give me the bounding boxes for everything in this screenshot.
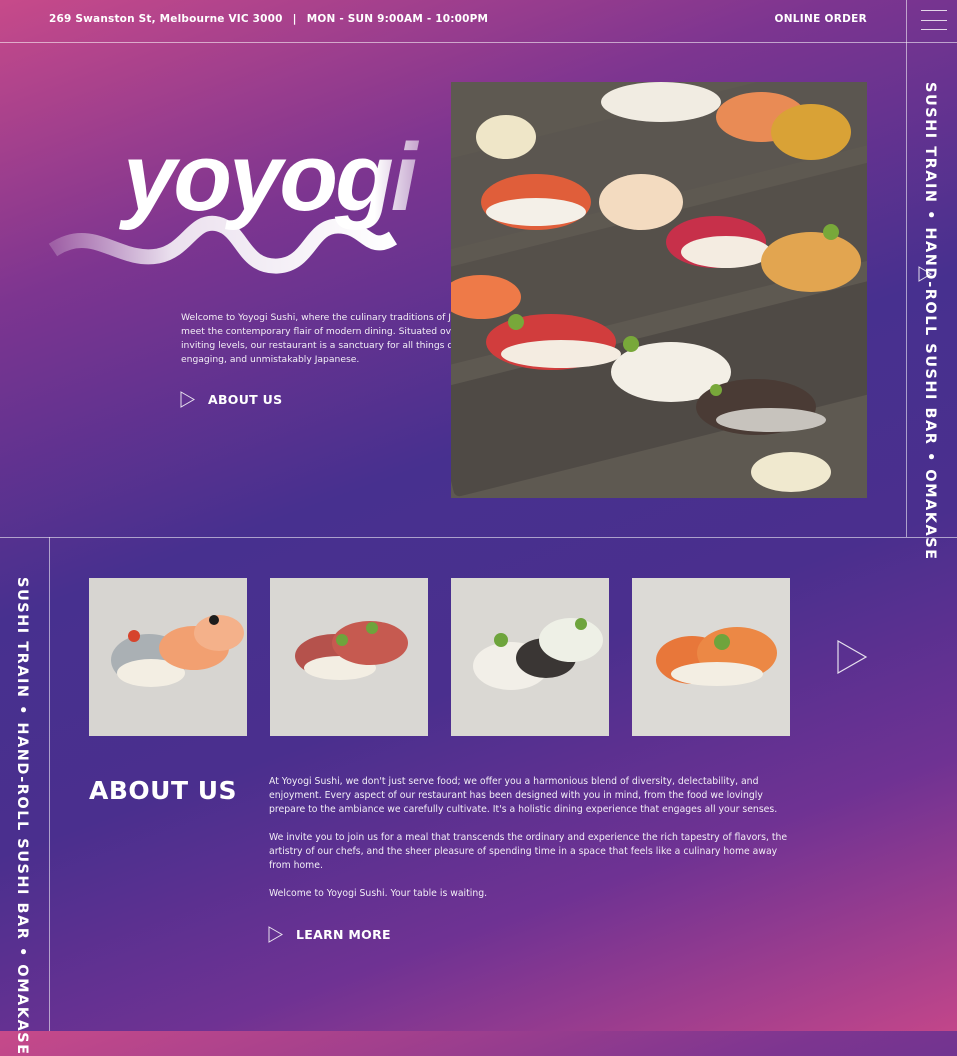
gallery-thumbnail[interactable] [451,578,609,736]
logo-wordmark: yoyogi [119,128,420,231]
about-heading: ABOUT US [89,776,238,805]
contact-info: 269 Swanston St, Melbourne VIC 3000 | MON … [49,13,488,25]
welcome-text: Welcome to Yoyogi Sushi, where the culin… [181,312,491,365]
play-outline-icon [180,391,195,408]
yoyogi-logo: yoyogi [48,128,423,274]
rail-tagline-left: SUSHI TRAIN • HAND-ROLL SUSHI BAR • OMAK… [14,577,30,1056]
separator: | [292,13,297,25]
section-divider [0,537,957,538]
about-us-link[interactable]: ABOUT US [180,391,282,408]
about-body: At Yoyogi Sushi, we don't just serve foo… [269,775,794,915]
address-text: 269 Swanston St, Melbourne VIC 3000 [49,13,283,25]
online-order-link[interactable]: ONLINE ORDER [774,13,867,25]
about-paragraph: Welcome to Yoyogi Sushi. Your table is w… [269,888,488,899]
hamburger-icon-line [921,20,947,21]
right-rail: SUSHI TRAIN • HAND-ROLL SUSHI BAR • OMAK… [906,42,957,561]
about-paragraph: We invite you to join us for a meal that… [269,832,788,871]
learn-more-label: LEARN MORE [296,927,391,942]
about-paragraph: At Yoyogi Sushi, we don't just serve foo… [269,776,778,815]
opening-hours: MON - SUN 9:00AM - 10:00PM [306,13,489,25]
play-outline-icon [268,926,283,943]
left-rail: SUSHI TRAIN • HAND-ROLL SUSHI BAR • OMAK… [0,537,50,1056]
gallery-thumbnail[interactable] [632,578,790,736]
hamburger-icon-line [921,29,947,30]
gallery-thumbnail[interactable] [270,578,428,736]
sushi-platter-photo [451,82,867,498]
learn-more-link[interactable]: LEARN MORE [268,926,391,943]
rail-tagline-right: SUSHI TRAIN • HAND-ROLL SUSHI BAR • OMAK… [922,82,938,561]
menu-button[interactable] [906,0,957,42]
play-outline-icon [918,266,932,282]
hamburger-icon [921,10,947,11]
gallery-thumbnail[interactable] [89,578,247,736]
about-us-link-label: ABOUT US [208,392,283,407]
next-arrow-icon[interactable] [836,640,868,674]
